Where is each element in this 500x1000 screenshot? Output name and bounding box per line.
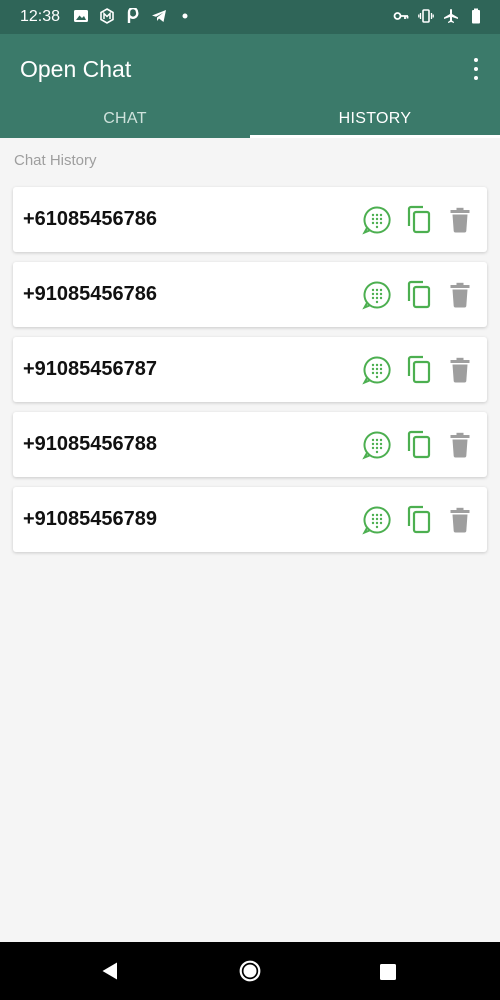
delete-button[interactable] — [444, 204, 476, 236]
more-options-button[interactable] — [466, 56, 486, 82]
delete-icon — [450, 507, 470, 533]
section-label: Chat History — [14, 152, 97, 169]
delete-icon — [450, 207, 470, 233]
card-actions — [361, 204, 476, 236]
whatsapp-icon — [362, 356, 391, 385]
phone-number: +91085456787 — [23, 358, 158, 380]
copy-icon — [407, 505, 431, 534]
status-system-icons — [393, 8, 484, 24]
back-icon[interactable] — [100, 961, 120, 981]
history-list: +61085456786 +91085456786 +91085456787 +… — [13, 187, 487, 562]
delete-button[interactable] — [444, 354, 476, 386]
tab-chat-label: CHAT — [103, 110, 147, 127]
telegram-icon — [152, 10, 166, 22]
whatsapp-button[interactable] — [361, 354, 393, 386]
whatsapp-button[interactable] — [361, 279, 393, 311]
history-card[interactable]: +91085456786 — [13, 262, 487, 327]
dot-icon — [182, 13, 188, 19]
more-vert-dot — [474, 76, 478, 80]
tab-history[interactable]: HISTORY — [250, 102, 500, 138]
whatsapp-button[interactable] — [361, 204, 393, 236]
copy-icon — [407, 205, 431, 234]
whatsapp-icon — [362, 206, 391, 235]
image-icon — [74, 10, 88, 22]
copy-button[interactable] — [403, 279, 435, 311]
system-nav-bar — [0, 942, 500, 1000]
tab-bar: CHAT HISTORY — [0, 102, 500, 138]
delete-icon — [450, 357, 470, 383]
copy-icon — [407, 430, 431, 459]
delete-button[interactable] — [444, 429, 476, 461]
status-notification-icons — [73, 8, 193, 24]
delete-button[interactable] — [444, 279, 476, 311]
history-card[interactable]: +91085456788 — [13, 412, 487, 477]
phone-number: +91085456788 — [23, 433, 158, 455]
status-bar: 12:38 — [0, 0, 500, 34]
history-card[interactable]: +61085456786 — [13, 187, 487, 252]
phone-number: +61085456786 — [23, 208, 158, 230]
vibrate-icon — [418, 9, 434, 23]
history-card[interactable]: +91085456787 — [13, 337, 487, 402]
tab-chat[interactable]: CHAT — [0, 102, 250, 138]
copy-button[interactable] — [403, 204, 435, 236]
copy-button[interactable] — [403, 429, 435, 461]
phone-number: +91085456786 — [23, 283, 158, 305]
phone-number: +91085456789 — [23, 508, 158, 530]
p-app-icon — [127, 8, 139, 23]
copy-icon — [407, 280, 431, 309]
vpn-key-icon — [393, 12, 409, 20]
history-card[interactable]: +91085456789 — [13, 487, 487, 552]
whatsapp-icon — [362, 506, 391, 535]
whatsapp-button[interactable] — [361, 504, 393, 536]
m-badge-icon — [100, 8, 114, 24]
tab-selected-indicator — [250, 135, 500, 138]
whatsapp-button[interactable] — [361, 429, 393, 461]
status-time: 12:38 — [20, 8, 61, 25]
whatsapp-icon — [362, 431, 391, 460]
card-actions — [361, 429, 476, 461]
delete-icon — [450, 432, 470, 458]
delete-icon — [450, 282, 470, 308]
whatsapp-icon — [362, 281, 391, 310]
copy-button[interactable] — [403, 354, 435, 386]
more-vert-icon — [474, 58, 478, 62]
more-vert-dot — [474, 67, 478, 71]
tab-history-label: HISTORY — [338, 110, 412, 127]
delete-button[interactable] — [444, 504, 476, 536]
card-actions — [361, 354, 476, 386]
card-actions — [361, 279, 476, 311]
recents-icon[interactable] — [379, 963, 397, 981]
card-actions — [361, 504, 476, 536]
copy-button[interactable] — [403, 504, 435, 536]
airplane-icon — [444, 9, 458, 23]
app-title: Open Chat — [20, 56, 132, 82]
battery-icon — [472, 8, 480, 24]
home-icon[interactable] — [239, 960, 261, 982]
copy-icon — [407, 355, 431, 384]
